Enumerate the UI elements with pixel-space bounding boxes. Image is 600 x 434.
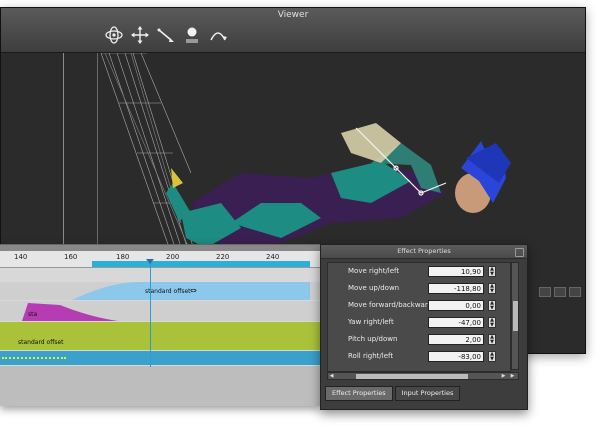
pick-icon[interactable] xyxy=(155,24,177,46)
viewport-controls xyxy=(539,287,581,297)
property-list: Move right/left 10,90 ▲ ▼ Move up/down -1… xyxy=(327,262,511,372)
property-label: Yaw right/left xyxy=(348,318,394,326)
viewer-toolbar: Viewer xyxy=(1,8,585,53)
tick-label: 240 xyxy=(266,253,280,261)
property-value-field[interactable]: -118,80 xyxy=(428,283,484,294)
property-row: Move forward/backward 0,00 ▲ ▼ xyxy=(328,298,510,315)
viewer-title: Viewer xyxy=(277,10,309,20)
property-value-field[interactable]: -83,00 xyxy=(428,351,484,362)
timeline-track: sta xyxy=(0,301,320,321)
timeline-track[interactable] xyxy=(0,351,320,365)
timeline-track: standard offset ⇔ xyxy=(0,282,320,300)
property-row: Move right/left 10,90 ▲ ▼ xyxy=(328,264,510,281)
track-label: sta xyxy=(28,311,38,318)
viewer-tools xyxy=(103,24,229,48)
timeline-track[interactable]: standard offset xyxy=(0,338,320,350)
property-label: Pitch up/down xyxy=(348,335,398,343)
tick-label: 140 xyxy=(14,253,28,261)
viewport-control-button[interactable] xyxy=(569,287,581,297)
ruler-selection[interactable] xyxy=(92,261,310,267)
panel-title: Effect Properties xyxy=(321,245,527,259)
property-label: Roll right/left xyxy=(348,352,394,360)
tick-label: 220 xyxy=(216,253,230,261)
scroll-end-icon[interactable]: ▶ xyxy=(509,373,516,379)
spinner-icon[interactable]: ▲ ▼ xyxy=(488,351,496,362)
property-row: Pitch up/down 2,00 ▲ ▼ xyxy=(328,332,510,349)
effect-properties-panel: Effect Properties Move right/left 10,90 … xyxy=(320,244,528,410)
timeline-ruler[interactable]: 140 160 180 200 220 240 xyxy=(0,245,320,268)
ruler-top-bar xyxy=(0,245,320,251)
timeline-panel: 140 160 180 200 220 240 standard offset … xyxy=(0,244,320,406)
effect-curve[interactable] xyxy=(0,301,320,321)
spinner-icon[interactable]: ▲ ▼ xyxy=(488,334,496,345)
tick-label: 180 xyxy=(116,253,130,261)
keyframe-dots xyxy=(2,357,66,359)
property-value-field[interactable]: 0,00 xyxy=(428,300,484,311)
tick-label: 200 xyxy=(166,253,180,261)
light-icon[interactable] xyxy=(181,24,203,46)
arc-icon[interactable] xyxy=(207,24,229,46)
property-value-field[interactable]: 2,00 xyxy=(428,334,484,345)
spinner-icon[interactable]: ▲ ▼ xyxy=(488,283,496,294)
viewport-control-button[interactable] xyxy=(554,287,566,297)
property-value-field[interactable]: 10,90 xyxy=(428,266,484,277)
track-label: standard offset xyxy=(18,339,64,346)
scrollbar-thumb[interactable] xyxy=(356,374,468,379)
timeline-empty-area xyxy=(0,366,320,406)
playhead-marker-icon[interactable] xyxy=(146,259,154,264)
scroll-left-icon[interactable]: ◀ xyxy=(328,373,335,379)
horizontal-scrollbar[interactable]: ◀ ▶ ▶ xyxy=(327,372,519,380)
orbit-icon[interactable] xyxy=(103,24,125,46)
property-value-field[interactable]: -47,00 xyxy=(428,317,484,328)
timeline-track[interactable] xyxy=(0,322,320,338)
tick-label: 160 xyxy=(64,253,78,261)
property-row: Move up/down -118,80 ▲ ▼ xyxy=(328,281,510,298)
property-label: Move up/down xyxy=(348,284,400,292)
property-label: Move forward/backward xyxy=(348,301,433,309)
tab-effect-properties[interactable]: Effect Properties xyxy=(325,386,393,401)
spinner-icon[interactable]: ▲ ▼ xyxy=(488,317,496,328)
track-label: standard offset xyxy=(145,288,191,295)
scrollbar-thumb[interactable] xyxy=(513,301,518,331)
spinner-icon[interactable]: ▲ ▼ xyxy=(488,266,496,277)
property-row: Yaw right/left -47,00 ▲ ▼ xyxy=(328,315,510,332)
close-icon[interactable] xyxy=(515,248,524,257)
viewport-control-button[interactable] xyxy=(539,287,551,297)
tab-input-properties[interactable]: Input Properties xyxy=(394,386,461,401)
property-row: Roll right/left -83,00 ▲ ▼ xyxy=(328,349,510,366)
panel-tabs: Effect Properties Input Properties xyxy=(325,386,461,401)
vertical-scrollbar[interactable] xyxy=(511,262,519,370)
move-icon[interactable] xyxy=(129,24,151,46)
spinner-icon[interactable]: ▲ ▼ xyxy=(488,300,496,311)
resize-handle-icon[interactable]: ⇔ xyxy=(190,286,197,295)
property-label: Move right/left xyxy=(348,267,400,275)
playhead[interactable] xyxy=(150,261,151,367)
scroll-right-icon[interactable]: ▶ xyxy=(500,373,507,379)
